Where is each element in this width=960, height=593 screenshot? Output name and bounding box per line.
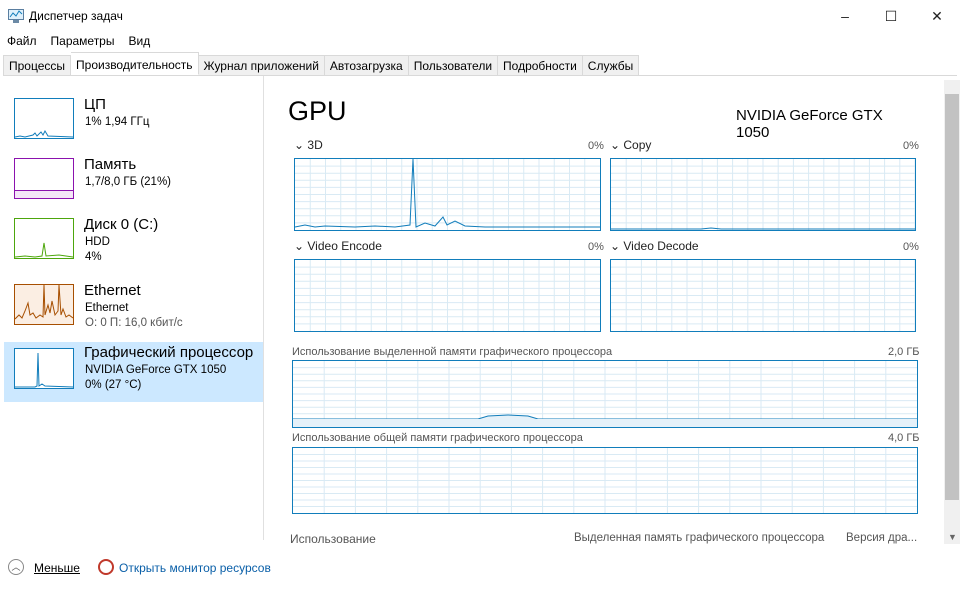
graph-grid	[293, 448, 917, 513]
maximize-button[interactable]: ☐	[868, 0, 914, 32]
sidebar-item-label: Память	[84, 156, 137, 173]
menu-options[interactable]: Параметры	[44, 34, 122, 50]
sidebar-item-gpu[interactable]: Графический процессор NVIDIA GeForce GTX…	[4, 342, 263, 402]
engine-video-decode-label[interactable]: ⌄ Video Decode	[610, 239, 699, 253]
sidebar-item-detail: HDD	[85, 236, 110, 248]
sidebar-item-ethernet[interactable]: Ethernet Ethernet О: 0 П: 16,0 кбит/с	[4, 280, 263, 340]
menu-bar: Файл Параметры Вид	[0, 34, 157, 50]
engine-video-encode-label[interactable]: ⌄ Video Encode	[294, 239, 382, 253]
dedicated-memory-stat-label: Выделенная память графического процессор…	[574, 532, 825, 544]
engine-3d-graph	[294, 158, 601, 231]
menu-view[interactable]: Вид	[121, 34, 157, 50]
engine-label: 3D	[307, 138, 323, 152]
sidebar-item-cpu[interactable]: ЦП 1% 1,94 ГГц	[4, 94, 263, 154]
open-resource-monitor-link[interactable]: Открыть монитор ресурсов	[119, 561, 271, 575]
sidebar-item-label: Диск 0 (C:)	[84, 216, 159, 233]
graph-grid	[611, 159, 915, 230]
tab-processes[interactable]: Процессы	[3, 55, 72, 76]
tab-users[interactable]: Пользователи	[408, 55, 499, 76]
tab-services[interactable]: Службы	[582, 55, 640, 76]
shared-memory-label: Использование общей памяти графического …	[292, 432, 583, 444]
sidebar-item-detail: 4%	[85, 251, 102, 263]
sidebar-item-detail: Ethernet	[85, 302, 129, 314]
ethernet-thumbnail-graph	[14, 284, 74, 325]
memory-thumbnail-graph	[14, 158, 74, 199]
sidebar-item-label: Ethernet	[84, 282, 141, 299]
engine-percent: 0%	[588, 140, 604, 152]
graph-grid	[611, 260, 915, 331]
dedicated-memory-max: 2,0 ГБ	[888, 346, 920, 358]
engine-label: Video Encode	[307, 239, 382, 253]
sidebar-item-detail: О: 0 П: 16,0 кбит/с	[85, 317, 183, 329]
sidebar-item-detail: 1% 1,94 ГГц	[85, 116, 150, 128]
tab-app-history[interactable]: Журнал приложений	[198, 55, 325, 76]
engine-video-decode-graph	[610, 259, 916, 332]
dedicated-memory-label: Использование выделенной памяти графичес…	[292, 346, 613, 358]
vertical-scrollbar[interactable]: ▼	[944, 80, 960, 544]
engine-percent: 0%	[903, 140, 919, 152]
resource-monitor-icon	[98, 559, 114, 575]
driver-version-stat-label: Версия дра...	[846, 532, 918, 544]
engine-label: Copy	[623, 138, 652, 152]
gpu-thumbnail-graph	[14, 348, 74, 389]
sidebar-item-disk[interactable]: Диск 0 (C:) HDD 4%	[4, 214, 263, 274]
sidebar-item-label: ЦП	[84, 96, 106, 113]
shared-memory-max: 4,0 ГБ	[888, 432, 920, 444]
sidebar: ЦП 1% 1,94 ГГц Память 1,7/8,0 ГБ (21%) Д…	[0, 76, 264, 540]
graph-grid	[295, 159, 600, 230]
engine-video-encode-graph	[294, 259, 601, 332]
engine-label: Video Decode	[623, 239, 699, 253]
engine-percent: 0%	[588, 241, 604, 253]
minimize-button[interactable]: –	[822, 0, 868, 32]
close-button[interactable]: ✕	[914, 0, 960, 32]
device-name: NVIDIA GeForce GTX 1050	[736, 107, 883, 141]
engine-copy-graph	[610, 158, 916, 231]
tab-details[interactable]: Подробности	[498, 55, 583, 76]
shared-memory-graph	[292, 447, 918, 514]
title-bar: Диспетчер задач – ☐ ✕	[0, 0, 960, 32]
sidebar-item-memory[interactable]: Память 1,7/8,0 ГБ (21%)	[4, 154, 263, 214]
tab-startup[interactable]: Автозагрузка	[324, 55, 409, 76]
footer: ︿ Меньше Открыть монитор ресурсов	[0, 553, 960, 583]
page-title: GPU	[288, 96, 347, 126]
graph-grid	[293, 361, 917, 427]
window-title: Диспетчер задач	[29, 9, 123, 23]
sidebar-item-detail: 0% (27 °C)	[85, 379, 142, 391]
scroll-down-arrow-icon[interactable]: ▼	[948, 532, 957, 542]
fewer-details-button[interactable]: Меньше	[34, 561, 80, 575]
dedicated-memory-graph	[292, 360, 918, 428]
sidebar-item-detail: NVIDIA GeForce GTX 1050	[85, 364, 227, 376]
usage-stat-label: Использование	[290, 532, 376, 546]
engine-3d-label[interactable]: ⌄ 3D	[294, 138, 323, 152]
menu-file[interactable]: Файл	[0, 34, 44, 50]
tab-bar: Процессы Производительность Журнал прило…	[3, 52, 957, 76]
sidebar-item-detail: 1,7/8,0 ГБ (21%)	[85, 176, 172, 188]
engine-copy-label[interactable]: ⌄ Copy	[610, 138, 651, 152]
tab-performance[interactable]: Производительность	[71, 52, 199, 75]
chevron-up-icon[interactable]: ︿	[8, 559, 24, 575]
cpu-thumbnail-graph	[14, 98, 74, 139]
graph-grid	[295, 260, 600, 331]
sidebar-item-label: Графический процессор	[84, 344, 254, 361]
engine-percent: 0%	[903, 241, 919, 253]
app-icon	[8, 9, 24, 23]
scrollbar-thumb[interactable]	[945, 94, 959, 500]
disk-thumbnail-graph	[14, 218, 74, 259]
